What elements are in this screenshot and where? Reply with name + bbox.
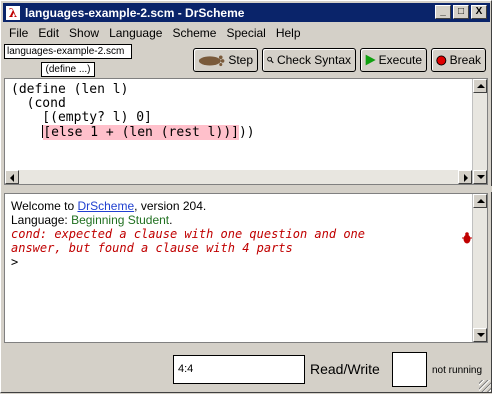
- window-title: languages-example-2.scm - DrScheme: [25, 5, 245, 20]
- break-label: Break: [449, 53, 481, 67]
- break-button[interactable]: Break: [431, 48, 486, 72]
- maximize-button[interactable]: □: [453, 5, 469, 19]
- code-line: (define (len l): [11, 82, 129, 97]
- interactions-vertical-scrollbar[interactable]: [472, 194, 487, 342]
- drscheme-link[interactable]: DrScheme: [77, 199, 134, 213]
- definitions-vertical-scrollbar[interactable]: [472, 79, 487, 184]
- welcome-suffix: , version 204.: [134, 199, 207, 213]
- read-write-mode[interactable]: Read/Write: [310, 361, 380, 377]
- definitions-horizontal-scrollbar[interactable]: [5, 170, 472, 184]
- scroll-down-button[interactable]: [473, 328, 487, 342]
- welcome-line: Welcome to DrScheme, version 204.: [11, 199, 365, 213]
- code-line-highlighted: [else 1 + (len (rest l))])): [11, 125, 255, 140]
- menu-show[interactable]: Show: [65, 26, 103, 40]
- error-message-line: cond: expected a clause with one questio…: [11, 227, 366, 241]
- code-closing-parens: )): [238, 125, 255, 140]
- minimize-button[interactable]: _: [435, 5, 451, 19]
- execute-button[interactable]: Execute: [360, 48, 427, 72]
- welcome-prefix: Welcome to: [11, 199, 78, 213]
- step-button[interactable]: Step: [193, 48, 258, 72]
- check-syntax-button[interactable]: Check Syntax: [262, 48, 356, 72]
- status-bar: 4:4 Read/Write not running: [1, 345, 492, 394]
- scroll-up-button[interactable]: [473, 194, 487, 208]
- code-line: [(empty? l) 0]: [11, 110, 152, 125]
- language-name: Beginning Student: [71, 213, 170, 227]
- menu-edit[interactable]: Edit: [34, 26, 63, 40]
- scroll-right-button[interactable]: [458, 170, 472, 184]
- code-line: (cond: [11, 96, 66, 111]
- menu-scheme[interactable]: Scheme: [168, 26, 220, 40]
- language-prefix: Language:: [11, 213, 72, 227]
- scroll-down-button[interactable]: [473, 170, 487, 184]
- gc-indicator: [392, 352, 427, 387]
- error-message-line: answer, but found a clause with 4 parts: [11, 241, 293, 255]
- interactions-window[interactable]: Welcome to DrScheme, version 204. Langua…: [4, 193, 488, 343]
- repl-prompt[interactable]: >: [11, 255, 365, 269]
- menu-help[interactable]: Help: [272, 26, 305, 40]
- scroll-up-button[interactable]: [473, 79, 487, 93]
- step-label: Step: [228, 53, 253, 67]
- close-button[interactable]: X: [471, 5, 487, 19]
- magnifier-icon: [267, 56, 274, 64]
- cursor-position-field: 4:4: [173, 355, 305, 384]
- language-suffix: .: [169, 213, 173, 227]
- title-bar[interactable]: λ languages-example-2.scm - DrScheme _ □…: [3, 3, 490, 22]
- define-popup-button[interactable]: (define ...): [41, 62, 95, 77]
- menu-bar: File Edit Show Language Scheme Special H…: [3, 23, 305, 42]
- menu-special[interactable]: Special: [222, 26, 269, 40]
- execute-label: Execute: [378, 53, 422, 67]
- check-syntax-label: Check Syntax: [276, 53, 351, 67]
- running-status: not running: [432, 365, 483, 376]
- resize-grip[interactable]: [479, 380, 491, 392]
- file-name-button[interactable]: languages-example-2.scm: [4, 44, 132, 59]
- definitions-window[interactable]: (define (len l) (cond [(empty? l) 0] [el…: [4, 78, 488, 185]
- definitions-code: (define (len l) (cond [(empty? l) 0] [el…: [11, 83, 255, 140]
- interactions-content: Welcome to DrScheme, version 204. Langua…: [11, 199, 365, 269]
- menu-language[interactable]: Language: [105, 26, 166, 40]
- menu-file[interactable]: File: [5, 26, 32, 40]
- error-highlight: [else 1 + (len (rest l))]: [43, 125, 239, 140]
- drscheme-window: λ languages-example-2.scm - DrScheme _ □…: [0, 0, 492, 393]
- footprint-icon: [198, 55, 225, 67]
- language-line: Language: Beginning Student.: [11, 213, 365, 227]
- lambda-app-icon: λ: [6, 5, 20, 20]
- scroll-left-button[interactable]: [5, 170, 19, 184]
- stop-sign-icon: [436, 54, 447, 66]
- window-controls: _ □ X: [433, 5, 487, 19]
- play-arrow-icon: [365, 54, 376, 66]
- bug-icon[interactable]: [462, 232, 472, 244]
- pane-splitter[interactable]: [1, 186, 492, 192]
